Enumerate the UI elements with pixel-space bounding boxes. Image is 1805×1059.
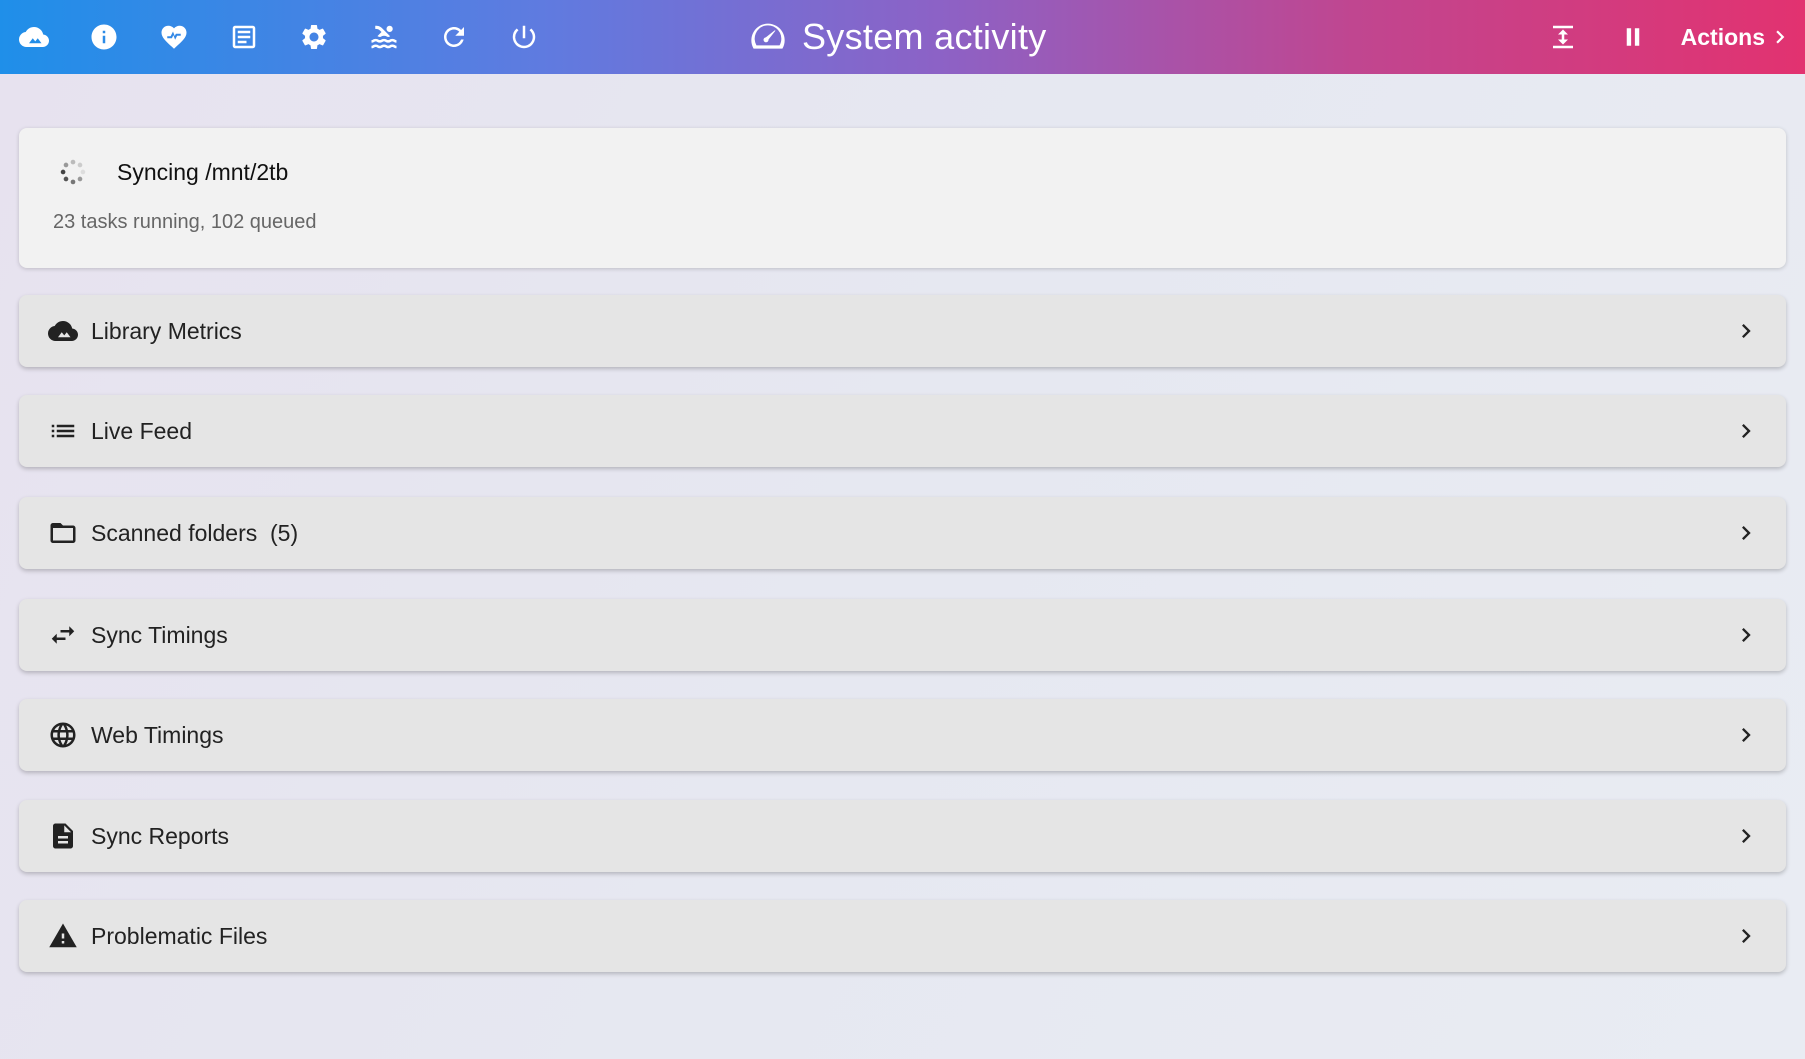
chevron-right-icon [1742,728,1751,742]
panel-scanned-folders[interactable]: Scanned folders (5) [19,497,1786,569]
cloud-icon [19,27,49,47]
loading-spinner-icon [60,159,86,185]
globe-icon [50,722,76,748]
chevron-right-icon [1742,324,1751,338]
pause-button[interactable] [1611,15,1655,59]
gear-icon [302,24,326,49]
file-document-icon [53,823,73,849]
actions-menu-button[interactable]: Actions [1681,24,1793,51]
chevron-right-icon [1742,829,1751,843]
panel-label: Live Feed [91,417,193,444]
info-icon [91,24,117,50]
sync-status-header: Syncing /mnt/2tb [59,158,288,186]
refresh-icon [444,27,464,47]
logs-nav-button[interactable] [222,15,266,59]
heart-pulse-icon [161,25,187,49]
panel-sync-timings[interactable]: Sync Timings [19,599,1786,671]
panel-web-timings[interactable]: Web Timings [19,699,1786,771]
page-title: System activity [802,16,1047,57]
chevron-right-icon [1742,628,1751,642]
panel-sync-reports[interactable]: Sync Reports [19,800,1786,872]
list-icon [51,424,75,438]
sync-status-subtitle: 23 tasks running, 102 queued [53,211,317,233]
actions-label: Actions [1680,23,1765,50]
panel-library-metrics[interactable]: Library Metrics [19,295,1786,367]
chevron-right-icon [1742,526,1751,540]
speedometer-icon [751,23,785,49]
expand-vertical-icon [1552,25,1573,49]
app-header: System activity Actions [0,0,1805,74]
cloud-nav-button[interactable] [12,15,56,59]
header-right-actions: Actions [1541,0,1793,74]
swap-arrows-icon [51,626,75,644]
panel-live-feed[interactable]: Live Feed [19,395,1786,467]
folder-icon [50,523,76,543]
panel-problematic-files[interactable]: Problematic Files [19,900,1786,972]
nav-icon-bar [12,0,572,74]
sync-status-card: Syncing /mnt/2tb 23 tasks running, 102 q… [19,128,1786,268]
panel-label: Scanned folders (5) [91,519,299,546]
power-icon [512,25,536,49]
chevron-right-icon [1776,30,1785,44]
health-nav-button[interactable] [152,15,196,59]
chevron-right-icon [1742,424,1751,438]
pause-icon [1626,28,1639,46]
sync-status-title: Syncing /mnt/2tb [117,158,289,185]
swimmer-icon [371,25,397,49]
panel-label: Web Timings [91,721,224,748]
document-icon [232,25,256,49]
expand-all-button[interactable] [1541,15,1585,59]
alert-icon [49,923,77,948]
refresh-nav-button[interactable] [432,15,476,59]
panel-label: Sync Reports [91,822,230,849]
settings-nav-button[interactable] [292,15,336,59]
info-nav-button[interactable] [82,15,126,59]
activity-nav-button[interactable] [362,15,406,59]
panel-label: Library Metrics [91,317,242,344]
panel-label: Sync Timings [91,621,228,648]
page-title-group: System activity [748,0,1047,74]
panel-label: Problematic Files [91,922,268,949]
chevron-right-icon [1742,929,1751,943]
power-nav-button[interactable] [502,15,546,59]
cloud-icon [48,321,78,341]
